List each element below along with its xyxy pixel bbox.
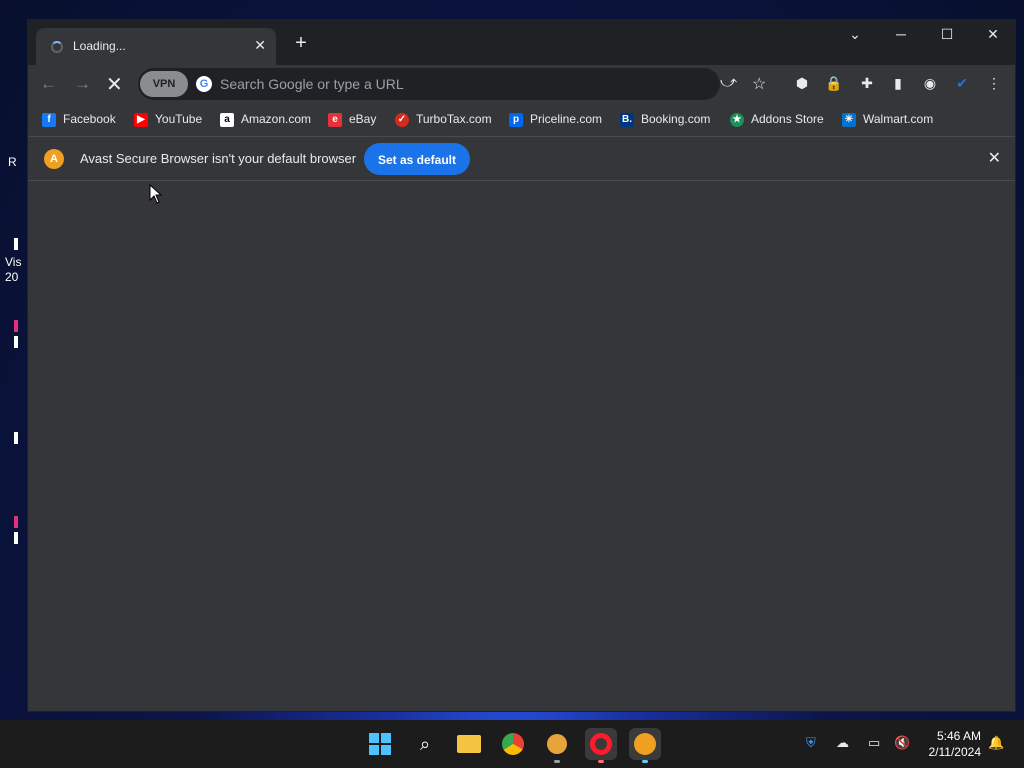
opera-icon[interactable] <box>585 728 617 763</box>
back-button[interactable]: ← <box>40 74 57 94</box>
desktop-icon[interactable] <box>14 532 18 544</box>
share-icon[interactable]: ⤻ <box>720 74 737 92</box>
defender-shield-icon[interactable]: ⛨ <box>806 735 816 751</box>
notification-bell-icon[interactable]: 🔔 <box>988 735 1004 751</box>
desktop-icon[interactable] <box>14 516 18 528</box>
desktop-icon[interactable] <box>14 432 18 444</box>
tab-title: Loading... <box>73 39 126 53</box>
browser-window: Loading... ✕ + ⌄ ─ ☐ ✕ ← → ✕ VPN G ⤻ ☆ ⬢… <box>27 19 1016 712</box>
tab-search-icon[interactable]: ⌄ <box>840 26 870 43</box>
infobar-message: Avast Secure Browser isn't your default … <box>80 151 357 166</box>
youtube-icon: ▶ <box>134 112 148 127</box>
loading-spinner-icon <box>51 41 63 53</box>
clock-time: 5:46 AM <box>936 729 981 743</box>
extensions-puzzle-icon[interactable]: ✚ <box>857 73 877 93</box>
new-tab-button[interactable]: + <box>290 32 312 55</box>
bookmark-facebook[interactable]: f Facebook <box>42 112 116 127</box>
volume-muted-icon[interactable]: 🔇 <box>894 735 910 751</box>
file-explorer-icon[interactable] <box>453 728 485 760</box>
walmart-icon: ✳ <box>842 112 856 127</box>
avast-browser-icon[interactable] <box>629 728 661 763</box>
minimize-button[interactable]: ─ <box>886 26 916 42</box>
bookmark-ebay[interactable]: e eBay <box>328 112 376 127</box>
password-lock-icon[interactable]: 🔒 <box>824 73 844 93</box>
priceline-icon: p <box>509 112 523 127</box>
google-icon: G <box>196 76 212 92</box>
desktop-icon[interactable] <box>14 336 18 348</box>
address-bar[interactable]: VPN G ⤻ ☆ <box>138 68 766 100</box>
default-browser-infobar: A Avast Secure Browser isn't your defaul… <box>28 137 1015 181</box>
bookmarks-bar: f Facebook ▶ YouTube a Amazon.com e eBay ✓ Tu… <box>28 103 1015 137</box>
toolbar: ← → ✕ VPN G ⤻ ☆ ⬢ 🔒 ✚ ▮ ◉ ✔ ⋮ <box>28 65 1015 103</box>
facebook-icon: f <box>42 112 56 127</box>
tab-loading[interactable]: Loading... ✕ <box>36 28 276 65</box>
side-panel-icon[interactable]: ▮ <box>888 73 908 93</box>
set-as-default-button[interactable]: Set as default <box>364 143 470 175</box>
taskbar: ⌕ ⛨ ☁ ▭ 🔇 5:46 AM 2/11/2024 🔔 <box>0 720 1024 768</box>
maximize-button[interactable]: ☐ <box>932 26 962 43</box>
shield-extension-icon[interactable]: ⬢ <box>792 73 812 93</box>
desktop-icon[interactable] <box>14 320 18 332</box>
page-content[interactable] <box>28 181 1015 711</box>
onedrive-cloud-icon[interactable]: ☁ <box>836 735 849 751</box>
desktop-icon[interactable] <box>14 238 18 250</box>
bookmark-youtube[interactable]: ▶ YouTube <box>134 112 202 127</box>
ebay-icon: e <box>328 112 342 127</box>
addons-store-icon: ★ <box>730 112 744 127</box>
forward-button[interactable]: → <box>74 74 91 94</box>
vpn-button[interactable]: VPN <box>140 71 188 97</box>
mouse-cursor-icon <box>149 184 163 204</box>
profile-avatar-icon[interactable]: ◉ <box>920 73 940 93</box>
clock-date: 2/11/2024 <box>928 745 982 759</box>
avast-logo-icon: A <box>44 149 64 169</box>
tab-close-icon[interactable]: ✕ <box>254 37 266 54</box>
bookmark-booking[interactable]: B. Booking.com <box>620 112 710 127</box>
start-button[interactable] <box>364 728 396 760</box>
search-icon[interactable]: ⌕ <box>409 728 441 760</box>
booking-icon: B. <box>620 112 634 127</box>
bookmark-amazon[interactable]: a Amazon.com <box>220 112 311 127</box>
turbotax-icon: ✓ <box>395 112 409 127</box>
paint-app-icon[interactable] <box>541 728 573 763</box>
bookmark-turbotax[interactable]: ✓ TurboTax.com <box>395 112 492 127</box>
close-window-button[interactable]: ✕ <box>978 26 1008 43</box>
bookmark-walmart[interactable]: ✳ Walmart.com <box>842 112 933 127</box>
security-check-icon[interactable]: ✔ <box>952 73 972 93</box>
bookmark-addons-store[interactable]: ★ Addons Store <box>730 112 824 127</box>
stop-loading-button[interactable]: ✕ <box>106 72 123 97</box>
search-input[interactable] <box>218 74 638 94</box>
bookmark-star-icon[interactable]: ☆ <box>752 74 766 94</box>
amazon-icon: a <box>220 112 234 127</box>
bookmark-priceline[interactable]: p Priceline.com <box>509 112 602 127</box>
windows-logo-icon <box>369 733 391 755</box>
menu-kebab-icon[interactable]: ⋮ <box>984 73 1004 93</box>
network-icon[interactable]: ▭ <box>868 735 880 751</box>
tab-strip: Loading... ✕ + ⌄ ─ ☐ ✕ <box>28 20 1015 65</box>
chrome-icon[interactable] <box>497 728 529 760</box>
infobar-close-icon[interactable]: ✕ <box>988 148 1001 168</box>
clock[interactable]: 5:46 AM 2/11/2024 <box>929 728 982 760</box>
